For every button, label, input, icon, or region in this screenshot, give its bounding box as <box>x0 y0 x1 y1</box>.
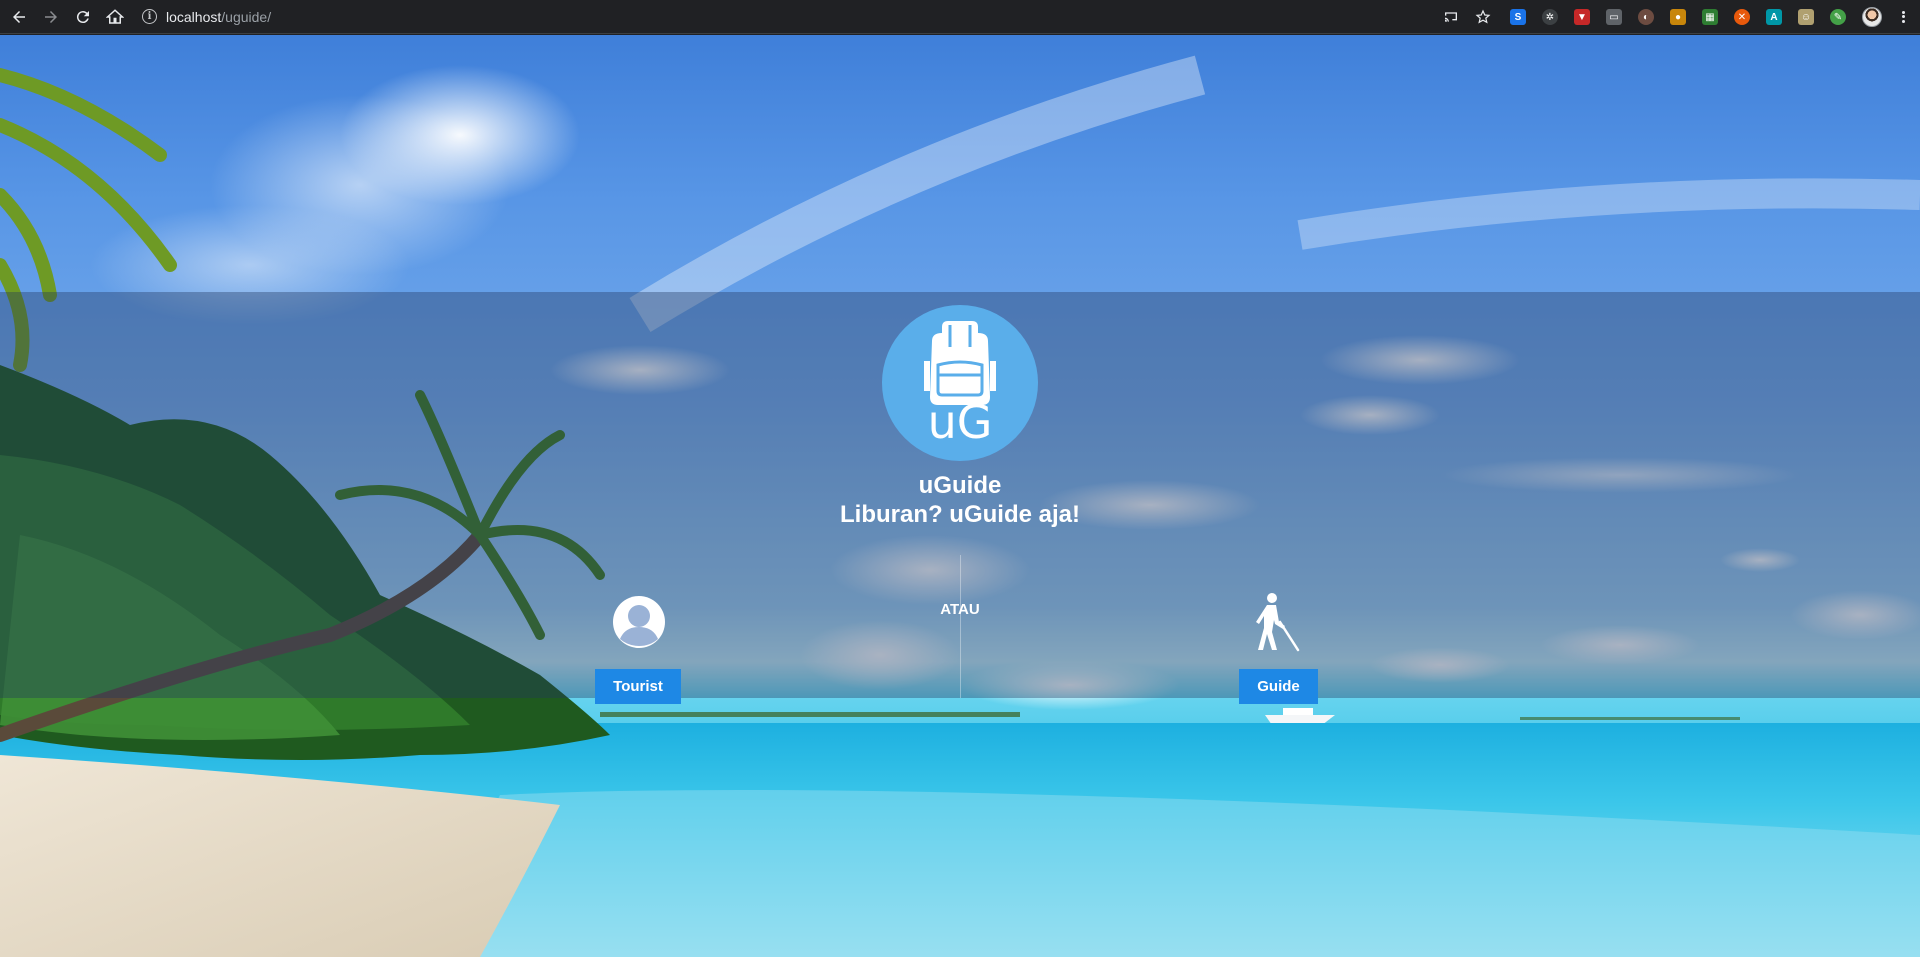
toolbar-actions: S ✲ ▼ ▭ ◐ ● ▦ ✕ A ☺ ✎ <box>1430 0 1920 34</box>
browser-toolbar: i localhost/uguide/ S ✲ ▼ ▭ ◐ ● ▦ ✕ A ☺ ✎ <box>0 0 1920 34</box>
tool-extension-icon[interactable]: ◐ <box>1638 9 1654 25</box>
guide-button[interactable]: Guide <box>1239 669 1318 704</box>
url-host: localhost <box>166 8 222 25</box>
grid-extension-icon[interactable]: ▦ <box>1702 9 1718 25</box>
address-bar[interactable]: i localhost/uguide/ <box>142 4 1492 30</box>
logo-text: uG <box>927 395 993 449</box>
cast-icon[interactable] <box>1440 6 1462 28</box>
star-icon[interactable] <box>1472 6 1494 28</box>
profile-avatar[interactable] <box>1862 7 1882 27</box>
url-path: /uguide/ <box>221 8 272 25</box>
user-circle-icon <box>613 596 665 648</box>
info-icon[interactable]: i <box>142 9 157 24</box>
extensions-bar: S ✲ ▼ ▭ ◐ ● ▦ ✕ A ☺ ✎ <box>1494 9 1846 25</box>
landing-page: uG uGuide Liburan? uGuide aja! ATAU Tour… <box>0 35 1920 957</box>
reload-icon[interactable] <box>70 4 96 30</box>
uguide-logo: uG <box>882 305 1038 461</box>
brand-title: uGuide <box>918 472 1002 499</box>
cookie-extension-icon[interactable]: ● <box>1670 9 1686 25</box>
chat-extension-icon[interactable]: ▭ <box>1606 9 1622 25</box>
pen-extension-icon[interactable]: ✎ <box>1830 9 1846 25</box>
close-extension-icon[interactable]: ✕ <box>1734 9 1750 25</box>
atom-extension-icon[interactable]: ✲ <box>1542 9 1558 25</box>
forward-arrow-icon[interactable] <box>38 4 64 30</box>
vertical-divider <box>960 555 961 698</box>
smile-extension-icon[interactable]: ☺ <box>1798 9 1814 25</box>
home-icon[interactable] <box>102 4 128 30</box>
s-extension-icon[interactable]: S <box>1510 9 1526 25</box>
walking-guide-icon <box>1256 593 1300 652</box>
shield-extension-icon[interactable]: ▼ <box>1574 9 1590 25</box>
tourist-button[interactable]: Tourist <box>595 669 681 704</box>
globe-extension-icon[interactable]: A <box>1766 9 1782 25</box>
brand-tagline: Liburan? uGuide aja! <box>839 501 1080 528</box>
menu-kebab-icon[interactable] <box>1896 7 1910 27</box>
back-arrow-icon[interactable] <box>6 4 32 30</box>
separator-label: ATAU <box>940 601 980 618</box>
